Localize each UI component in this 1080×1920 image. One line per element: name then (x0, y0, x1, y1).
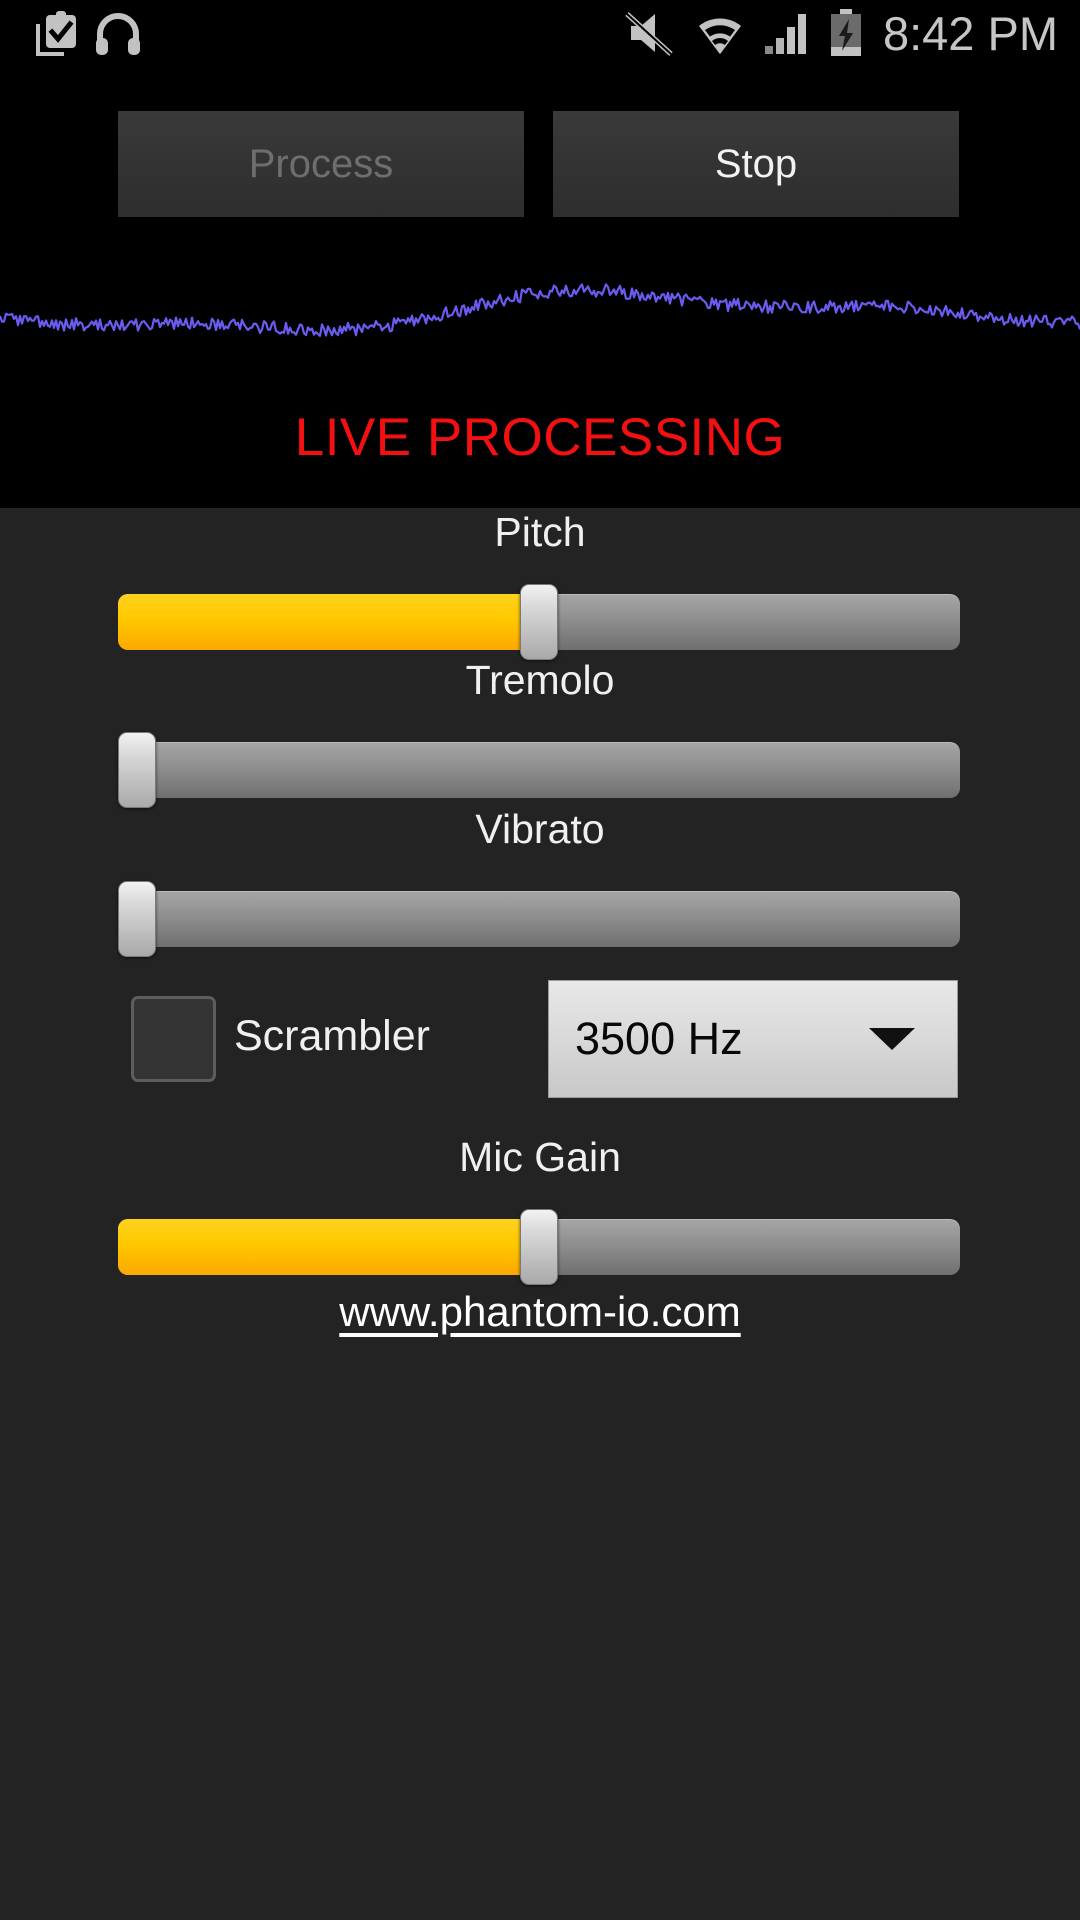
status-bar: 8:42 PM (0, 0, 1080, 72)
pitch-label: Pitch (494, 509, 586, 555)
scrambler-label: Scrambler (234, 1012, 430, 1060)
control-group-vibrato: Vibrato (0, 805, 1080, 957)
waveform-graph (0, 283, 1080, 338)
live-processing-status: LIVE PROCESSING (294, 408, 786, 467)
transport-button-row: Process Stop (0, 111, 1080, 217)
controls-panel: Pitch Tremolo Vibrato Scrambler 3500 Hz … (0, 508, 1080, 1920)
clipboard-check-icon (36, 11, 76, 56)
stop-button[interactable]: Stop (553, 111, 959, 217)
frequency-selected-value: 3500 Hz (575, 1013, 743, 1064)
audio-waveform (0, 232, 1080, 392)
cellular-signal-icon (764, 14, 806, 54)
tremolo-slider-thumb[interactable] (118, 732, 156, 808)
control-group-pitch: Pitch (0, 508, 1080, 660)
vibrato-slider[interactable] (0, 875, 1080, 957)
chevron-down-icon (869, 1028, 915, 1050)
frequency-dropdown[interactable]: 3500 Hz (548, 980, 958, 1098)
pitch-slider-fill (118, 594, 539, 650)
control-group-tremolo: Tremolo (0, 656, 1080, 808)
mic-gain-label: Mic Gain (459, 1134, 621, 1180)
pitch-slider-thumb[interactable] (520, 584, 558, 660)
mic-gain-slider-thumb[interactable] (520, 1209, 558, 1285)
vibrato-label: Vibrato (475, 806, 605, 852)
tremolo-slider[interactable] (0, 726, 1080, 808)
control-group-mic-gain: Mic Gain (0, 1133, 1080, 1285)
volume-mute-icon (625, 12, 673, 56)
status-bar-clock: 8:42 PM (882, 6, 1058, 60)
battery-charging-icon (830, 9, 861, 56)
process-button[interactable]: Process (118, 111, 524, 217)
tremolo-slider-track[interactable] (118, 742, 960, 798)
scrambler-row: Scrambler 3500 Hz (0, 980, 1080, 1098)
website-link[interactable]: www.phantom-io.com (0, 1288, 1080, 1336)
tremolo-label: Tremolo (465, 657, 615, 703)
status-bar-left-icons (34, 10, 142, 58)
scrambler-checkbox[interactable] (131, 996, 216, 1082)
wifi-icon (698, 18, 741, 54)
vibrato-slider-track[interactable] (118, 891, 960, 947)
visualizer-panel: Process Stop LIVE PROCESSING (0, 72, 1080, 508)
vibrato-slider-thumb[interactable] (118, 881, 156, 957)
app-root: 8:42 PM Process Stop LIVE PROCESSING Pit… (0, 0, 1080, 1920)
mic-gain-slider[interactable] (0, 1203, 1080, 1285)
pitch-slider[interactable] (0, 578, 1080, 660)
headphones-icon (96, 13, 140, 55)
status-bar-right-icons: 8:42 PM (623, 8, 1058, 58)
mic-gain-slider-fill (118, 1219, 539, 1275)
